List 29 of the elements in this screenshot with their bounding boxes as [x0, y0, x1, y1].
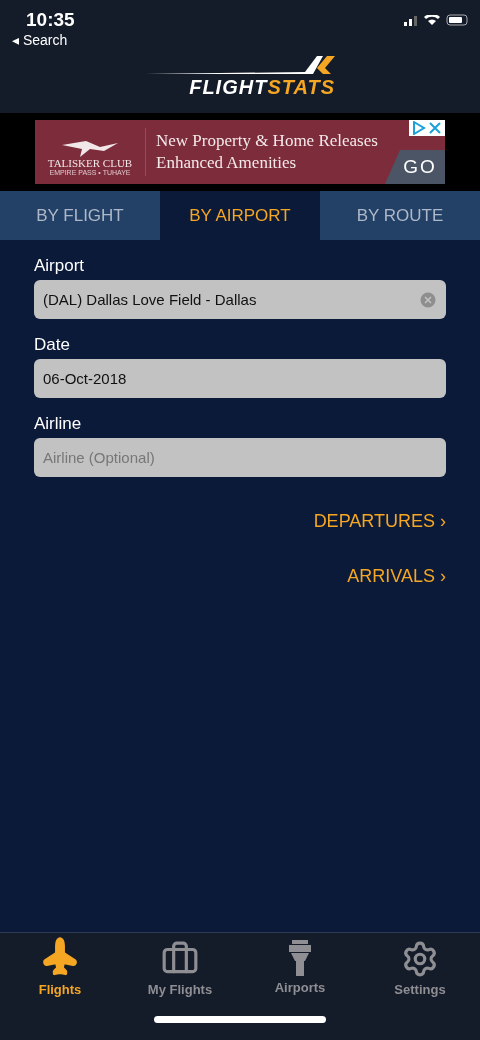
link-button[interactable]: ARRIVALS › [347, 566, 446, 587]
ad-go-button[interactable]: GO [385, 150, 445, 184]
input-field[interactable]: (DAL) Dallas Love Field - Dallas [34, 280, 446, 319]
ad-brand: TALISKER CLUB [47, 157, 133, 169]
logo-text: STATS [267, 76, 335, 99]
signal-icon [404, 14, 418, 26]
control-tower-icon [286, 940, 314, 976]
battery-icon [446, 14, 468, 26]
ad-headline: New Property & Home Releases [156, 130, 378, 152]
logo-text: FLIGHT [189, 76, 268, 99]
tab-bar-item[interactable]: Settings [360, 939, 480, 998]
link-button[interactable]: DEPARTURES › [313, 511, 446, 532]
tab-bar-item[interactable]: Airports [240, 939, 360, 998]
tab-bar-item[interactable]: Flights [0, 939, 120, 998]
field-label: Airport [34, 256, 86, 276]
tab[interactable]: BY FLIGHT [0, 191, 160, 240]
field-label: Airline [34, 414, 83, 434]
settings-icon [401, 940, 439, 978]
ad-choices-icon[interactable] [412, 121, 426, 135]
input-field[interactable]: 06-Oct-2018 [34, 359, 446, 398]
close-icon[interactable] [428, 121, 442, 135]
tab[interactable]: BY ROUTE [320, 191, 480, 240]
field-label: Date [34, 335, 71, 355]
input-field[interactable]: Airline (Optional) [34, 438, 446, 477]
tab-bar-item[interactable]: My Flights [120, 939, 240, 998]
status-time: 10:35 [26, 9, 75, 31]
wifi-icon [424, 15, 440, 25]
back-link[interactable]: ◂ Search [12, 32, 468, 48]
ad-headline: Enhanced Amenities [156, 152, 298, 174]
